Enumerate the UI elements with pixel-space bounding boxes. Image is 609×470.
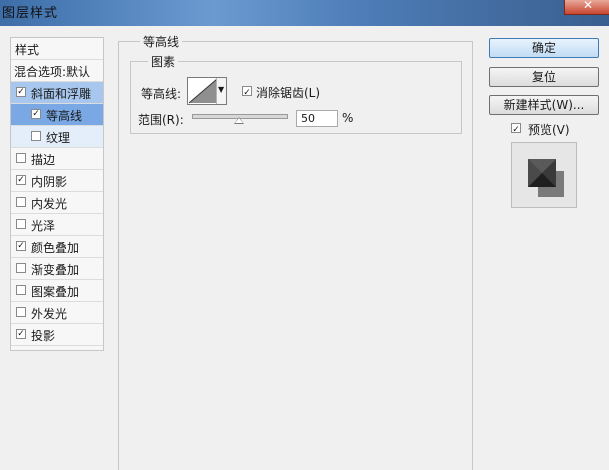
list-item-pattern-overlay[interactable]: 图案叠加: [11, 280, 103, 302]
bevel-emboss-label: 斜面和浮雕: [31, 87, 92, 101]
stroke-checkbox[interactable]: [16, 153, 26, 163]
gradient-overlay-label: 渐变叠加: [31, 263, 80, 277]
contour-picker-label: 等高线:: [141, 87, 182, 101]
new-style-button[interactable]: 新建样式(W)...: [489, 95, 599, 115]
window-title: 图层样式: [2, 6, 59, 21]
contour-checkbox[interactable]: [31, 109, 41, 119]
drop-shadow-checkbox[interactable]: [16, 329, 26, 339]
range-unit: %: [342, 111, 354, 125]
bevel-emboss-checkbox[interactable]: [16, 87, 26, 97]
list-item-bevel-emboss[interactable]: 斜面和浮雕: [11, 82, 103, 104]
ok-button[interactable]: 确定: [489, 38, 599, 58]
style-preview-icon: [528, 159, 564, 197]
list-item-inner-glow[interactable]: 内发光: [11, 192, 103, 214]
contour-curve-icon: [188, 78, 218, 104]
inner-glow-checkbox[interactable]: [16, 197, 26, 207]
title-bar: 图层样式 ✕: [0, 0, 609, 26]
contour-label: 等高线: [46, 109, 83, 123]
satin-checkbox[interactable]: [16, 219, 26, 229]
blend-options-item[interactable]: 混合选项:默认: [11, 60, 103, 82]
range-slider-thumb[interactable]: [234, 117, 244, 124]
elements-group-title: 图素: [148, 53, 179, 70]
inner-glow-label: 内发光: [31, 197, 68, 211]
color-overlay-checkbox[interactable]: [16, 241, 26, 251]
inner-shadow-checkbox[interactable]: [16, 175, 26, 185]
list-item-gradient-overlay[interactable]: 渐变叠加: [11, 258, 103, 280]
close-button[interactable]: ✕: [564, 0, 609, 15]
pattern-overlay-checkbox[interactable]: [16, 285, 26, 295]
styles-header[interactable]: 样式: [11, 38, 103, 60]
texture-label: 纹理: [46, 131, 71, 145]
color-overlay-label: 颜色叠加: [31, 241, 80, 255]
close-icon: ✕: [583, 0, 594, 12]
range-label: 范围(R):: [138, 113, 184, 127]
inner-shadow-label: 内阴影: [31, 175, 68, 189]
contour-dropdown-button[interactable]: ▼: [216, 78, 226, 104]
pattern-overlay-label: 图案叠加: [31, 285, 80, 299]
contour-picker[interactable]: ▼: [187, 77, 227, 105]
list-item-drop-shadow[interactable]: 投影: [11, 324, 103, 346]
list-item-stroke[interactable]: 描边: [11, 148, 103, 170]
list-item-color-overlay[interactable]: 颜色叠加: [11, 236, 103, 258]
preview-label: 预览(V): [528, 123, 570, 137]
list-item-texture[interactable]: 纹理: [11, 126, 103, 148]
blend-options-label: 混合选项:默认: [14, 65, 91, 79]
satin-label: 光泽: [31, 219, 56, 233]
preview-checkbox[interactable]: [511, 123, 521, 133]
drop-shadow-label: 投影: [31, 329, 56, 343]
list-item-inner-shadow[interactable]: 内阴影: [11, 170, 103, 192]
stroke-label: 描边: [31, 153, 56, 167]
list-item-contour[interactable]: 等高线: [11, 104, 103, 126]
contour-group-title: 等高线: [140, 33, 183, 50]
styles-header-label: 样式: [15, 43, 40, 57]
reset-button[interactable]: 复位: [489, 67, 599, 87]
list-item-outer-glow[interactable]: 外发光: [11, 302, 103, 324]
outer-glow-checkbox[interactable]: [16, 307, 26, 317]
outer-glow-label: 外发光: [31, 307, 68, 321]
texture-checkbox[interactable]: [31, 131, 41, 141]
list-item-satin[interactable]: 光泽: [11, 214, 103, 236]
range-input[interactable]: 50: [296, 110, 338, 127]
antialias-label: 消除锯齿(L): [256, 86, 321, 100]
antialias-checkbox[interactable]: [242, 86, 252, 96]
chevron-down-icon: ▼: [218, 85, 225, 94]
gradient-overlay-checkbox[interactable]: [16, 263, 26, 273]
styles-list: 样式 混合选项:默认 斜面和浮雕 等高线 纹理 描边 内阴影 内发光 光泽 颜色…: [10, 37, 104, 351]
preview-thumbnail: [511, 142, 577, 208]
